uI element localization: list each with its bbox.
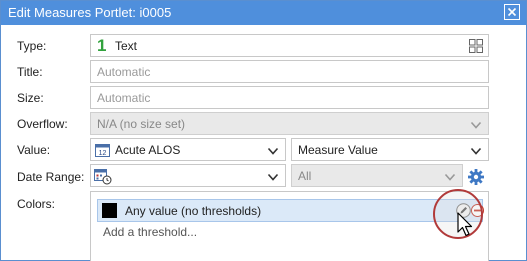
chevron-down-icon[interactable] xyxy=(470,145,482,155)
type-value: Text xyxy=(115,39,138,53)
threshold-row[interactable]: Any value (no thresholds) xyxy=(97,199,484,222)
add-threshold-link[interactable]: Add a threshold... xyxy=(103,225,197,239)
color-swatch[interactable] xyxy=(102,203,117,218)
measure-select[interactable]: 12 Acute ALOS xyxy=(90,138,286,161)
grid-icon[interactable] xyxy=(469,39,483,53)
remove-icon[interactable] xyxy=(471,204,484,217)
type-label: Type: xyxy=(17,39,47,53)
measure-value: Acute ALOS xyxy=(115,143,181,157)
gear-icon[interactable] xyxy=(467,168,485,186)
value-label: Value: xyxy=(17,143,51,157)
date-range-label: Date Range: xyxy=(17,170,85,184)
overflow-label: Overflow: xyxy=(17,117,68,131)
display-select[interactable]: Measure Value xyxy=(291,138,489,161)
date-scope-value: All xyxy=(298,169,312,183)
chevron-down-icon[interactable] xyxy=(267,171,279,181)
colors-label: Colors: xyxy=(17,197,56,211)
overflow-value: N/A (no size set) xyxy=(97,117,186,131)
calendar-clock-icon xyxy=(94,167,112,185)
edit-pencil-icon[interactable] xyxy=(456,203,471,218)
chevron-down-icon xyxy=(470,119,482,129)
size-input[interactable]: Automatic xyxy=(90,86,489,109)
chevron-down-icon xyxy=(444,171,456,181)
dialog-title: Edit Measures Portlet: i0005 xyxy=(8,5,172,20)
calendar-number: 12 xyxy=(99,150,107,157)
size-label: Size: xyxy=(17,91,44,105)
chevron-down-icon[interactable] xyxy=(267,145,279,155)
type-field[interactable]: 1 Text xyxy=(90,34,489,57)
close-icon[interactable] xyxy=(504,4,520,20)
overflow-select: N/A (no size set) xyxy=(90,112,489,135)
date-scope-select: All xyxy=(291,164,463,187)
colors-list: Any value (no thresholds) Add a threshol… xyxy=(90,191,489,261)
date-range-select[interactable] xyxy=(90,164,286,187)
title-input[interactable]: Automatic xyxy=(90,60,489,83)
display-value: Measure Value xyxy=(298,143,378,157)
title-placeholder: Automatic xyxy=(97,65,151,79)
threshold-label: Any value (no thresholds) xyxy=(125,204,262,218)
edit-measures-dialog: Edit Measures Portlet: i0005 Type: 1 Tex… xyxy=(0,0,527,261)
text-type-icon: 1 xyxy=(97,36,107,55)
calendar-measure-icon: 12 xyxy=(95,143,110,157)
dialog-titlebar[interactable]: Edit Measures Portlet: i0005 xyxy=(1,1,526,25)
title-label: Title: xyxy=(17,65,43,79)
size-placeholder: Automatic xyxy=(97,91,151,105)
